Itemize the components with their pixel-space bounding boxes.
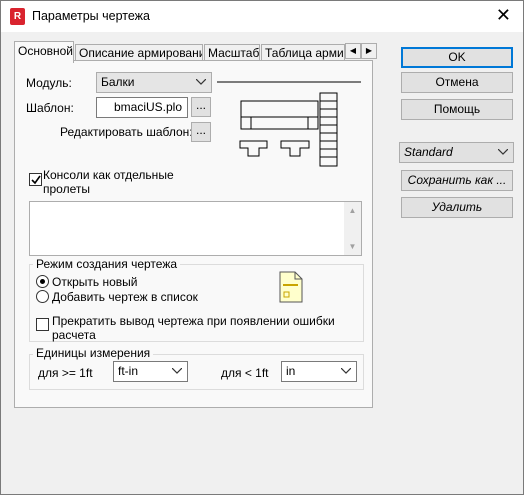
- consoles-checkbox-label[interactable]: Консоли как отдельные пролеты: [43, 168, 174, 196]
- module-label: Модуль:: [26, 76, 72, 90]
- tab-scroll-left-icon[interactable]: ◀: [345, 43, 361, 59]
- module-select[interactable]: Балки: [96, 72, 212, 93]
- description-textarea[interactable]: ▲ ▼: [29, 201, 362, 256]
- vertical-scrollbar[interactable]: ▲ ▼: [344, 202, 361, 255]
- mode-group-title: Режим создания чертежа: [33, 257, 181, 271]
- template-browse-button[interactable]: ...: [191, 97, 211, 117]
- chevron-down-icon: [170, 362, 184, 381]
- radio-open-new[interactable]: [36, 275, 49, 288]
- radio-add-to-list[interactable]: [36, 290, 49, 303]
- scroll-up-icon[interactable]: ▲: [344, 202, 361, 219]
- units-ge-label: для >= 1ft: [38, 366, 93, 380]
- template-field[interactable]: bmaciUS.plo: [96, 97, 188, 118]
- drawing-file-icon: [279, 271, 303, 306]
- close-icon[interactable]: ✕: [496, 5, 511, 25]
- scroll-down-icon[interactable]: ▼: [344, 238, 361, 255]
- help-button[interactable]: Помощь: [401, 99, 513, 120]
- preset-select-value: Standard: [404, 145, 453, 159]
- units-ge-select[interactable]: ft-in: [113, 361, 188, 382]
- cancel-button[interactable]: Отмена: [401, 72, 513, 93]
- stop-on-error-label[interactable]: Прекратить вывод чертежа при появлении о…: [52, 314, 335, 342]
- beam-drawing-icon: [217, 81, 361, 167]
- edit-template-label: Редактировать шаблон:: [60, 125, 193, 139]
- dialog-window: R Параметры чертежа ✕ Основной Описание …: [0, 0, 524, 495]
- delete-button[interactable]: Удалить: [401, 197, 513, 218]
- ok-button[interactable]: OK: [401, 47, 513, 68]
- edit-template-button[interactable]: ...: [191, 122, 211, 142]
- module-select-value: Балки: [101, 75, 135, 89]
- window-title: Параметры чертежа: [32, 9, 150, 23]
- consoles-checkbox[interactable]: [29, 173, 42, 186]
- app-icon: R: [10, 8, 25, 25]
- tab-panel-main: Модуль: Балки Шаблон: bmaciUS.plo ... Ре…: [14, 60, 373, 408]
- title-bar: R Параметры чертежа ✕: [1, 1, 523, 32]
- units-lt-label: для < 1ft: [221, 366, 269, 380]
- chevron-down-icon: [194, 73, 208, 92]
- radio-open-new-label[interactable]: Открыть новый: [52, 275, 137, 289]
- units-ge-value: ft-in: [118, 364, 139, 378]
- beam-preview: [217, 79, 363, 179]
- tab-scroll-right-icon[interactable]: ▶: [361, 43, 377, 59]
- radio-add-to-list-label[interactable]: Добавить чертеж в список: [52, 290, 198, 304]
- save-as-button[interactable]: Сохранить как ...: [401, 170, 513, 191]
- preset-select[interactable]: Standard: [399, 142, 514, 163]
- radio-selected-dot: [40, 279, 45, 284]
- units-group-title: Единицы измерения: [33, 346, 154, 360]
- chevron-down-icon: [496, 143, 510, 162]
- units-lt-value: in: [286, 364, 296, 378]
- template-label: Шаблон:: [26, 101, 74, 115]
- tab-main[interactable]: Основной: [14, 41, 74, 63]
- units-lt-select[interactable]: in: [281, 361, 357, 382]
- stop-on-error-checkbox[interactable]: [36, 318, 49, 331]
- chevron-down-icon: [339, 362, 353, 381]
- tab-strip: Основной Описание армирования Масштаб Та…: [14, 41, 377, 63]
- checkmark-icon: [31, 175, 41, 185]
